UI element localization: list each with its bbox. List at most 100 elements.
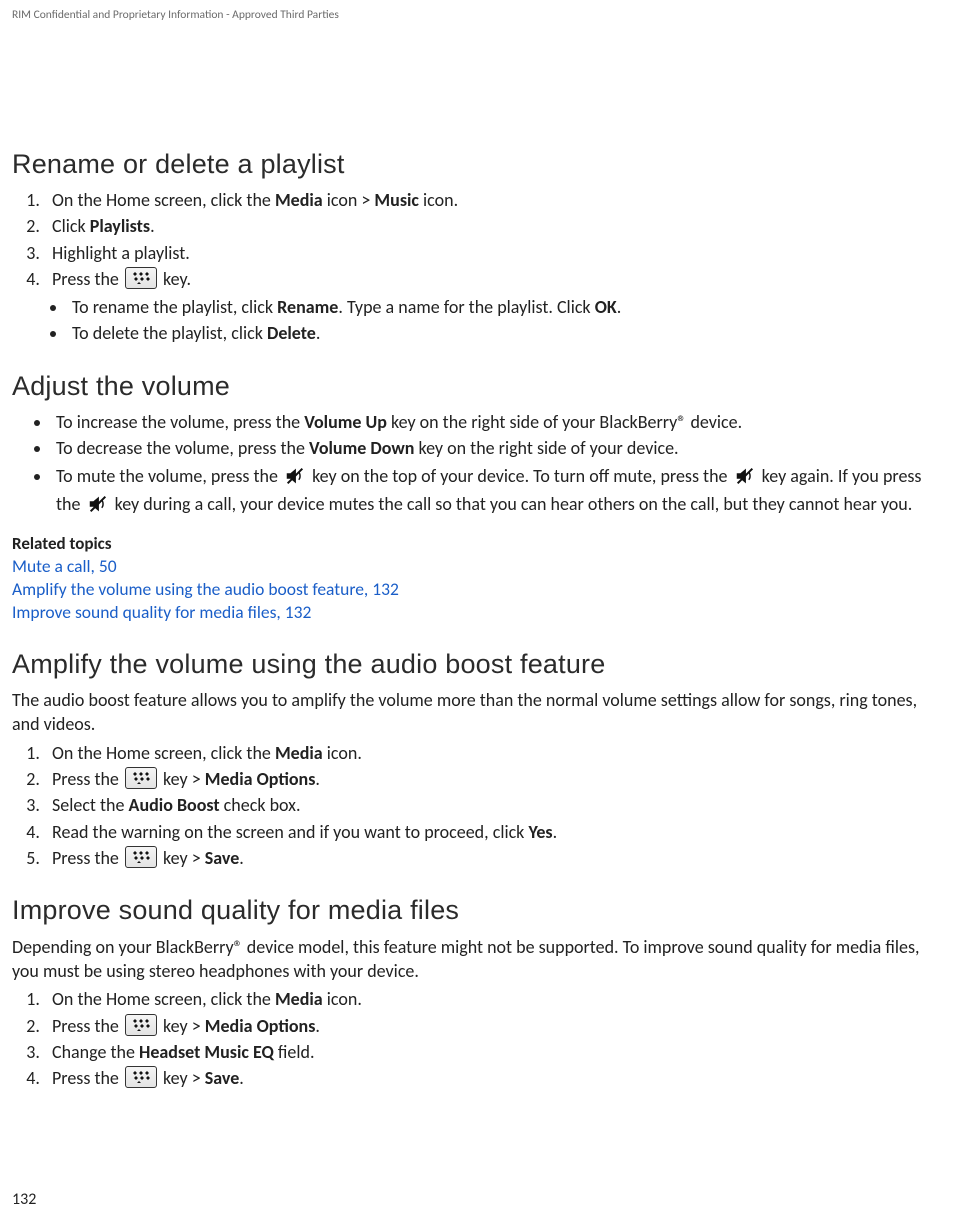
bold: Yes — [528, 821, 552, 843]
text: Press the — [52, 1067, 123, 1089]
text: Press the — [52, 268, 123, 290]
bold: Volume Up — [304, 411, 387, 433]
menu-key-icon — [125, 1066, 157, 1088]
menu-key-icon — [125, 267, 157, 289]
bullet-item: To mute the volume, press the key on the… — [52, 463, 941, 519]
text: . Type a name for the playlist. Click — [338, 296, 594, 318]
text: Read the warning on the screen and if yo… — [52, 821, 528, 843]
step-item: Press the key > Save. — [44, 1066, 941, 1090]
menu-key-icon — [125, 846, 157, 868]
text: Click — [52, 215, 90, 237]
menu-key-icon — [125, 1014, 157, 1036]
bold: Delete — [267, 322, 316, 344]
heading-improve-sound-quality: Improve sound quality for media files — [12, 892, 941, 928]
text: key > — [159, 1015, 205, 1037]
heading-audio-boost: Amplify the volume using the audio boost… — [12, 646, 941, 682]
text: . — [150, 215, 155, 237]
text: Press the — [52, 847, 123, 869]
bold: Rename — [277, 296, 338, 318]
text: key on the right side of your BlackBerry… — [387, 411, 742, 433]
text: key. — [159, 268, 191, 290]
text: . — [316, 322, 321, 344]
step-item: Press the key > Media Options. — [44, 767, 941, 791]
intro-improve-sound-quality: Depending on your BlackBerry® device mod… — [12, 935, 941, 984]
mute-key-icon — [284, 465, 306, 487]
bullets-adjust-volume: To increase the volume, press the Volume… — [12, 410, 941, 518]
bold: OK — [595, 296, 617, 318]
step-item: Click Playlists. — [44, 214, 941, 238]
step-item: Select the Audio Boost check box. — [44, 793, 941, 817]
step-item: On the Home screen, click the Media icon… — [44, 188, 941, 212]
text: key during a call, your device mutes the… — [111, 493, 913, 515]
text: key > — [159, 1067, 205, 1089]
bold: Playlists — [90, 215, 150, 237]
steps-improve-sound-quality: On the Home screen, click the Media icon… — [12, 987, 941, 1090]
text: field. — [274, 1041, 315, 1063]
text: key > — [159, 768, 205, 790]
text: Select the — [52, 794, 129, 816]
text: Press the — [52, 1015, 123, 1037]
text: To delete the playlist, click — [72, 322, 267, 344]
mute-key-icon — [734, 465, 756, 487]
step-item: Highlight a playlist. — [44, 241, 941, 265]
bold: Media — [275, 189, 323, 211]
bold: Media Options — [205, 768, 316, 790]
text: . — [239, 1067, 244, 1089]
text: key > — [159, 847, 205, 869]
text: To increase the volume, press the — [56, 411, 304, 433]
text: icon > — [323, 189, 375, 211]
text: Highlight a playlist. — [52, 242, 190, 264]
bold: Save — [205, 847, 240, 869]
text: key on the right side of your device. — [414, 437, 678, 459]
bold: Audio Boost — [129, 794, 220, 816]
bold: Save — [205, 1067, 240, 1089]
bold: Volume Down — [309, 437, 414, 459]
text: . — [315, 768, 320, 790]
text: Change the — [52, 1041, 139, 1063]
related-link-audio-boost[interactable]: Amplify the volume using the audio boost… — [12, 578, 941, 601]
step-item: On the Home screen, click the Media icon… — [44, 741, 941, 765]
bold: Music — [374, 189, 419, 211]
sub-bullets-rename-delete: To rename the playlist, click Rename. Ty… — [12, 295, 941, 346]
text: On the Home screen, click the — [52, 742, 275, 764]
bullet-item: To increase the volume, press the Volume… — [52, 410, 941, 434]
heading-rename-delete-playlist: Rename or delete a playlist — [12, 146, 941, 182]
step-item: Press the key. — [44, 267, 941, 291]
text: check box. — [220, 794, 301, 816]
bold: Media — [275, 988, 323, 1010]
step-item: Read the warning on the screen and if yo… — [44, 820, 941, 844]
bullet-item: To delete the playlist, click Delete. — [68, 321, 941, 345]
text: On the Home screen, click the — [52, 189, 275, 211]
related-link-sound-quality[interactable]: Improve sound quality for media files, 1… — [12, 601, 941, 624]
text: On the Home screen, click the — [52, 988, 275, 1010]
menu-key-icon — [125, 767, 157, 789]
text: . — [553, 821, 558, 843]
bullet-item: To decrease the volume, press the Volume… — [52, 436, 941, 460]
confidential-header: RIM Confidential and Proprietary Informa… — [12, 8, 941, 24]
text: To rename the playlist, click — [72, 296, 277, 318]
bullet-item: To rename the playlist, click Rename. Ty… — [68, 295, 941, 319]
bold: Media Options — [205, 1015, 316, 1037]
bold: Headset Music EQ — [139, 1041, 274, 1063]
text: . — [315, 1015, 320, 1037]
heading-adjust-volume: Adjust the volume — [12, 368, 941, 404]
step-item: Change the Headset Music EQ field. — [44, 1040, 941, 1064]
steps-audio-boost: On the Home screen, click the Media icon… — [12, 741, 941, 870]
bold: Media — [275, 742, 323, 764]
related-link-mute-call[interactable]: Mute a call, 50 — [12, 555, 941, 578]
step-item: Press the key > Save. — [44, 846, 941, 870]
steps-rename-delete: On the Home screen, click the Media icon… — [12, 188, 941, 291]
page-number: 132 — [12, 1189, 36, 1211]
related-topics-heading: Related topics — [12, 533, 941, 556]
step-item: On the Home screen, click the Media icon… — [44, 987, 941, 1011]
text: key on the top of your device. To turn o… — [308, 465, 732, 487]
text: To mute the volume, press the — [56, 465, 282, 487]
text: icon. — [323, 742, 362, 764]
mute-key-icon — [87, 493, 109, 515]
text: . — [617, 296, 622, 318]
text: Press the — [52, 768, 123, 790]
text: . — [239, 847, 244, 869]
intro-audio-boost: The audio boost feature allows you to am… — [12, 688, 941, 737]
text: icon. — [419, 189, 458, 211]
step-item: Press the key > Media Options. — [44, 1014, 941, 1038]
